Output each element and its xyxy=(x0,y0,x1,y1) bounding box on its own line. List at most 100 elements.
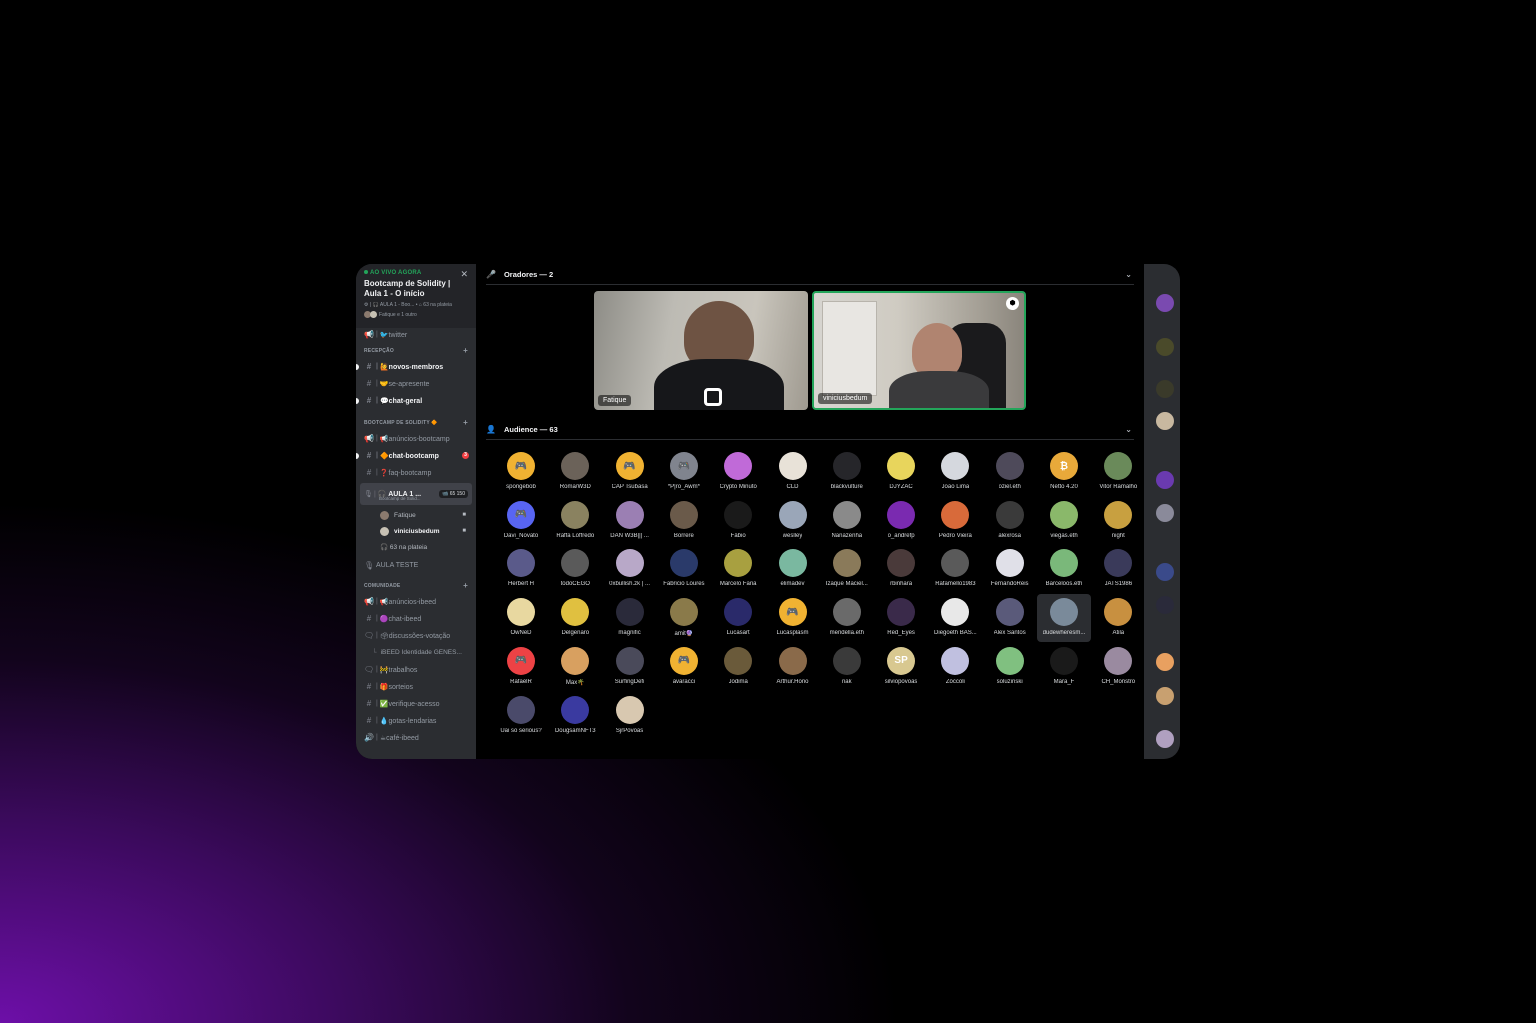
audience-member[interactable]: 🎮 avaracci xyxy=(657,643,711,691)
category-comunidade[interactable]: COMUNIDADE + xyxy=(360,576,472,593)
member-avatar[interactable] xyxy=(1156,338,1174,356)
audience-member[interactable]: magnific xyxy=(603,594,657,642)
audience-member[interactable]: Barceloos.eth xyxy=(1037,545,1091,593)
audience-member[interactable]: Jodimá xyxy=(711,643,765,691)
stage-channel-aula1[interactable]: 🎙 | 🎧 AULA 1 ... Bootcamp de Solid... 📹 … xyxy=(360,483,472,505)
audience-header[interactable]: 👤 Audience — 63 ⌄ xyxy=(486,419,1134,439)
channel-twitter[interactable]: 📢 | 🐦twitter xyxy=(360,328,472,341)
channel-item[interactable]: 📢 | 📢anúncios-ibeed xyxy=(360,593,472,610)
audience-member[interactable]: mendella.eth xyxy=(820,594,874,642)
audience-member[interactable]: 🎮 Lucasplasm xyxy=(766,594,820,642)
category-bootcamp[interactable]: BOOTCAMP DE SOLIDITY 🔶 + xyxy=(360,413,472,430)
plus-icon[interactable]: + xyxy=(463,419,468,427)
plus-icon[interactable]: + xyxy=(463,582,468,590)
audience-member[interactable]: Fabricio Loures xyxy=(657,545,711,593)
member-avatar[interactable] xyxy=(1156,471,1174,489)
audience-member[interactable]: Mara_F xyxy=(1037,643,1091,691)
audience-member[interactable]: dudewheresm... xyxy=(1037,594,1091,643)
live-now-card[interactable]: AO VIVO AGORA ✕ Bootcamp de Solidity | A… xyxy=(356,264,476,328)
audience-member[interactable]: Crypto Minuto xyxy=(711,448,765,496)
audience-member[interactable]: SP silviopovoas xyxy=(874,643,928,691)
audience-member[interactable]: Atila xyxy=(1091,594,1145,642)
speaker-tile-fatique[interactable]: Fatique xyxy=(594,291,808,410)
audience-count[interactable]: 🎧 63 na plateia xyxy=(360,539,472,555)
audience-member[interactable]: Roma/W3D xyxy=(548,448,602,496)
member-avatar[interactable] xyxy=(1156,596,1174,614)
audience-member[interactable]: Rafamello1983 xyxy=(928,545,982,593)
audience-member[interactable]: SjrPovoas xyxy=(603,692,657,740)
audience-member[interactable]: oziel.eth xyxy=(983,448,1037,496)
member-avatar[interactable] xyxy=(1156,380,1174,398)
channel-item[interactable]: 🗨 | 🚧trabalhos xyxy=(360,661,472,678)
audience-member[interactable]: Fábio xyxy=(711,497,765,545)
audience-member[interactable]: DJYZAC xyxy=(874,448,928,496)
channel-item[interactable]: # | 💧gotas-lendarias xyxy=(360,712,472,729)
audience-member[interactable]: 🎮 RafaelR xyxy=(494,643,548,691)
audience-member[interactable]: elimadev xyxy=(766,545,820,593)
member-avatar[interactable] xyxy=(1156,730,1174,748)
member-avatar[interactable] xyxy=(1156,687,1174,705)
member-avatar[interactable] xyxy=(1156,294,1174,312)
audience-member[interactable]: Lucasart xyxy=(711,594,765,642)
chevron-down-icon[interactable]: ⌄ xyxy=(1125,425,1132,434)
audience-member[interactable]: 0xbullish.zk | ... xyxy=(603,545,657,593)
audience-member[interactable]: Pedro Vieira xyxy=(928,497,982,545)
plus-icon[interactable]: + xyxy=(463,347,468,355)
audience-member[interactable]: rbinhara xyxy=(874,545,928,593)
audience-member[interactable]: FernandoReis xyxy=(983,545,1037,593)
channel-item[interactable]: # | 🔶chat-bootcamp 3 xyxy=(356,447,472,464)
channel-item[interactable]: # | 🙋novos-membros xyxy=(356,358,472,375)
speaker-tile-viniciusbedum[interactable]: ⬢ viniciusbedum xyxy=(812,291,1026,410)
audience-member[interactable]: Max🌴 xyxy=(548,643,602,691)
member-avatar[interactable] xyxy=(1156,504,1174,522)
audience-member[interactable]: CH_Monstro xyxy=(1091,643,1145,691)
audience-member[interactable]: alexrosa xyxy=(983,497,1037,545)
audience-member[interactable]: SurfingDefi xyxy=(603,643,657,691)
channel-item[interactable]: 🔊 | ☕café-ibeed xyxy=(360,729,472,746)
channel-item[interactable]: # | 🤝se-apresente xyxy=(360,375,472,392)
channel-item[interactable]: # | 🟣chat-ibeed xyxy=(360,610,472,627)
audience-member[interactable]: DougsamNFT3 xyxy=(548,692,602,740)
audience-member[interactable]: ₿ Netto 4.20 xyxy=(1037,448,1091,496)
audience-member[interactable]: Vitor Ramalho xyxy=(1091,448,1145,496)
audience-member[interactable]: Alex Santos xyxy=(983,594,1037,642)
audience-member[interactable]: 🎮 Davi_Novato xyxy=(494,497,548,545)
member-avatar[interactable] xyxy=(1156,412,1174,430)
thread-item[interactable]: └ iBEED Identidade GENES... xyxy=(360,644,472,661)
audience-member[interactable]: OwNeD xyxy=(494,594,548,642)
speakers-header[interactable]: 🎤 Oradores — 2 ⌄ xyxy=(486,264,1134,284)
member-avatar[interactable] xyxy=(1156,653,1174,671)
channel-item[interactable]: # | 🎁sorteios xyxy=(360,678,472,695)
audience-member[interactable]: Herbert H xyxy=(494,545,548,593)
audience-member[interactable]: nak xyxy=(820,643,874,691)
channel-item[interactable]: # | ❓faq-bootcamp xyxy=(360,464,472,481)
channel-item[interactable]: # | 💬chat-geral xyxy=(356,392,472,409)
voice-user[interactable]: Fatique ■ xyxy=(360,507,472,523)
audience-member[interactable]: JATS1986 xyxy=(1091,545,1145,593)
audience-member[interactable]: Delgenaro xyxy=(548,594,602,642)
audience-member[interactable]: Uai so serious? xyxy=(494,692,548,740)
member-avatar[interactable] xyxy=(1156,563,1174,581)
audience-member[interactable]: 🎮 *P|ro_Awm* xyxy=(657,448,711,496)
channel-item[interactable]: # | ✅verifique-acesso xyxy=(360,695,472,712)
chevron-down-icon[interactable]: ⌄ xyxy=(1125,270,1132,279)
audience-member[interactable]: Diegoeth BAS... xyxy=(928,594,982,642)
channel-item[interactable]: 📢 | 📢anúncios-bootcamp xyxy=(360,430,472,447)
audience-member[interactable]: Borrere xyxy=(657,497,711,545)
audience-member[interactable]: amit🔮 xyxy=(657,594,711,642)
audience-member[interactable]: Izaque Maciel... xyxy=(820,545,874,593)
category-recepcao[interactable]: RECEPÇÃO + xyxy=(360,341,472,358)
audience-member[interactable]: todoCEGO xyxy=(548,545,602,593)
voice-user[interactable]: viniciusbedum ■ xyxy=(360,523,472,539)
audience-member[interactable]: Zöccoli xyxy=(928,643,982,691)
audience-member[interactable]: João Lima xyxy=(928,448,982,496)
audience-member[interactable]: 🎮 spongebob xyxy=(494,448,548,496)
audience-member[interactable]: CLD xyxy=(766,448,820,496)
audience-member[interactable]: DAN W3B||| ... xyxy=(603,497,657,545)
audience-member[interactable]: night xyxy=(1091,497,1145,545)
channel-aula-teste[interactable]: 🎙 AULA TESTE xyxy=(360,557,472,574)
audience-member[interactable]: Arthur.Hono xyxy=(766,643,820,691)
audience-member[interactable]: viegas.eth xyxy=(1037,497,1091,545)
audience-member[interactable]: blackvulture xyxy=(820,448,874,496)
audience-member[interactable]: Nanazenha xyxy=(820,497,874,545)
